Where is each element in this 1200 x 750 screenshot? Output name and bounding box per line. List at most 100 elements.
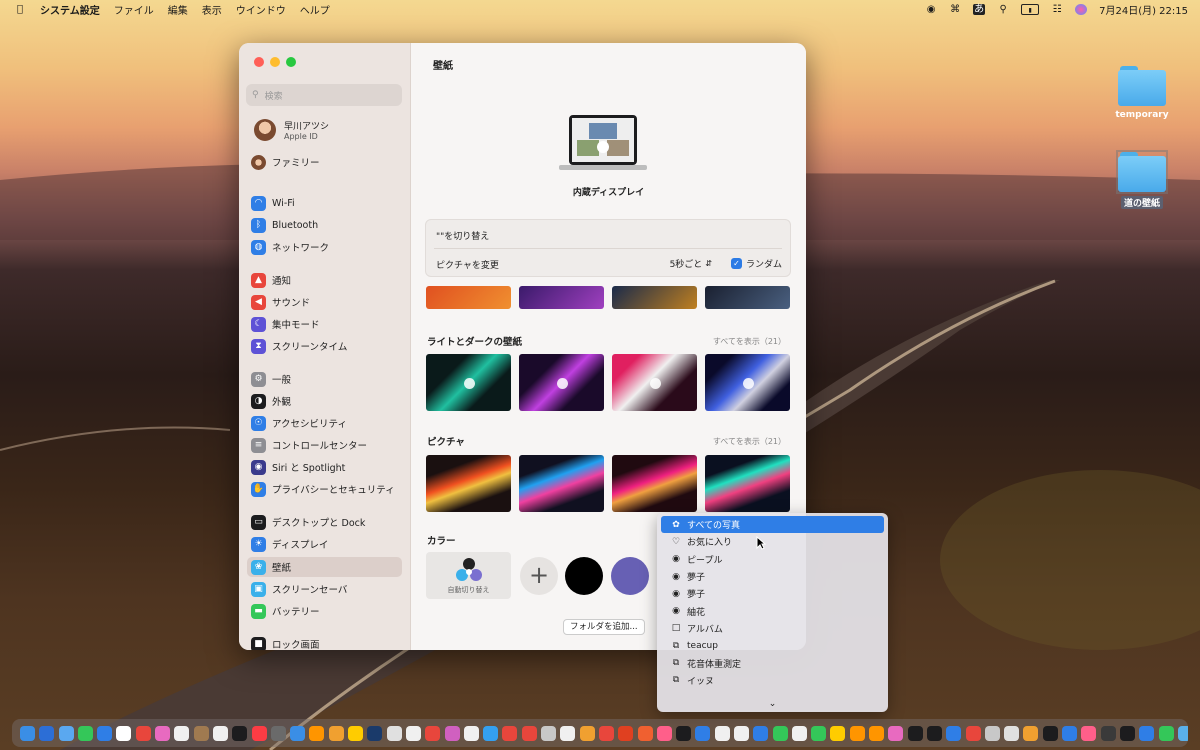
wallpaper-thumb[interactable] xyxy=(426,455,511,512)
record-icon[interactable]: ◉ xyxy=(925,4,937,15)
wallpaper-thumb[interactable] xyxy=(612,286,697,309)
dock-app-icon[interactable] xyxy=(1062,725,1078,741)
menu-item[interactable]: ◉ 紬花 xyxy=(661,602,884,619)
display-preview-icon[interactable] xyxy=(559,113,647,175)
desktop-folder-road-wallpaper[interactable]: 道の壁紙 xyxy=(1097,150,1187,209)
menu-item[interactable]: ◉ 夢子 xyxy=(661,568,884,585)
dock-app-icon[interactable] xyxy=(965,725,981,741)
dock-app-icon[interactable] xyxy=(483,725,499,741)
dock-app-icon[interactable] xyxy=(405,725,421,741)
dock-app-icon[interactable] xyxy=(676,725,692,741)
dock-app-icon[interactable] xyxy=(1139,725,1155,741)
wallpaper-thumb[interactable] xyxy=(519,455,604,512)
dock-app-icon[interactable] xyxy=(212,725,228,741)
random-checkbox[interactable]: ✓ ランダム xyxy=(730,257,782,270)
sidebar-item[interactable]: ■ ロック画面 xyxy=(247,634,402,650)
chevron-down-icon[interactable]: ⌄ xyxy=(657,699,888,709)
command-icon[interactable]: ⌘ xyxy=(949,4,961,15)
dock-app-icon[interactable] xyxy=(695,725,711,741)
dock-app-icon[interactable] xyxy=(830,725,846,741)
sidebar-item[interactable]: ▬ バッテリー xyxy=(247,601,402,621)
sidebar-item[interactable]: ❀ 壁紙 xyxy=(247,557,402,577)
dock-app-icon[interactable] xyxy=(1023,725,1039,741)
auto-color-option[interactable]: 自動切り替え xyxy=(426,552,511,599)
battery-icon[interactable]: ▮ xyxy=(1021,3,1040,15)
sidebar-item[interactable]: ⚙ 一般 xyxy=(247,369,402,389)
dock-app-icon[interactable] xyxy=(869,725,885,741)
dock-app-icon[interactable] xyxy=(1042,725,1058,741)
sidebar-item[interactable]: ≡ コントロールセンター xyxy=(247,435,402,455)
dock-app-icon[interactable] xyxy=(463,725,479,741)
menu-window[interactable]: ウインドウ xyxy=(236,2,286,17)
siri-icon[interactable] xyxy=(1075,3,1088,15)
dock-app-icon[interactable] xyxy=(232,725,248,741)
sidebar-item[interactable]: ◀ サウンド xyxy=(247,292,402,312)
wallpaper-thumb[interactable] xyxy=(705,286,790,309)
search-input[interactable]: ⚲ 検索 xyxy=(246,84,402,106)
color-swatch-purple[interactable] xyxy=(611,557,649,595)
sidebar-item[interactable]: ᛒ Bluetooth xyxy=(247,215,402,235)
close-button[interactable] xyxy=(254,57,264,67)
dock-app-icon[interactable] xyxy=(328,725,344,741)
dock-app-icon[interactable] xyxy=(367,725,383,741)
sidebar-item[interactable]: ✋ プライバシーとセキュリティ xyxy=(247,479,402,499)
dock-app-icon[interactable] xyxy=(907,725,923,741)
menu-item[interactable]: □ アルバム xyxy=(661,620,884,637)
dock-app-icon[interactable] xyxy=(155,725,171,741)
wallpaper-thumb[interactable] xyxy=(705,354,790,411)
dock-app-icon[interactable] xyxy=(77,725,93,741)
sidebar-item-family[interactable]: ファミリー xyxy=(247,152,402,172)
menu-view[interactable]: 表示 xyxy=(202,2,222,17)
zoom-button[interactable] xyxy=(286,57,296,67)
dock-app-icon[interactable] xyxy=(598,725,614,741)
menu-app-name[interactable]: システム設定 xyxy=(40,2,100,17)
menu-file[interactable]: ファイル xyxy=(114,2,154,17)
dock-app-icon[interactable] xyxy=(425,725,441,741)
dock-app-icon[interactable] xyxy=(290,725,306,741)
dock-app-icon[interactable] xyxy=(926,725,942,741)
dock-app-icon[interactable] xyxy=(386,725,402,741)
dock-app-icon[interactable] xyxy=(174,725,190,741)
dock-app-icon[interactable] xyxy=(984,725,1000,741)
dock-app-icon[interactable] xyxy=(714,725,730,741)
sidebar-item[interactable]: ☉ アクセシビリティ xyxy=(247,413,402,433)
sidebar-item[interactable]: ⧗ スクリーンタイム xyxy=(247,336,402,356)
apple-icon[interactable]:  xyxy=(14,4,26,15)
wallpaper-thumb[interactable] xyxy=(426,286,511,309)
dock-app-icon[interactable] xyxy=(791,725,807,741)
show-all-light-dark[interactable]: すべてを表示（21） xyxy=(713,336,786,347)
sidebar-item[interactable]: ▭ デスクトップと Dock xyxy=(247,512,402,532)
wallpaper-thumb[interactable] xyxy=(705,455,790,512)
dock-app-icon[interactable] xyxy=(251,725,267,741)
minimize-button[interactable] xyxy=(270,57,280,67)
dock-app-icon[interactable] xyxy=(521,725,537,741)
menu-item[interactable]: ⧉ 花音体重測定 xyxy=(661,654,884,671)
add-color-button[interactable]: + xyxy=(520,557,558,595)
dock-app-icon[interactable] xyxy=(733,725,749,741)
dock-app-icon[interactable] xyxy=(579,725,595,741)
wallpaper-thumb[interactable] xyxy=(519,354,604,411)
dock-app-icon[interactable] xyxy=(502,725,518,741)
dock-app-icon[interactable] xyxy=(116,725,132,741)
dock-app-icon[interactable] xyxy=(772,725,788,741)
color-swatch-black[interactable] xyxy=(565,557,603,595)
menu-item[interactable]: ✿ すべての写真 xyxy=(661,516,884,534)
wallpaper-thumb[interactable] xyxy=(612,455,697,512)
dock-app-icon[interactable] xyxy=(309,725,325,741)
dock-app-icon[interactable] xyxy=(753,725,769,741)
menu-item[interactable]: ⧉ イッヌ xyxy=(661,672,884,689)
add-folder-button[interactable]: フォルダを追加... xyxy=(563,619,645,635)
sidebar-item[interactable]: ◠ Wi-Fi xyxy=(247,193,402,213)
menu-item[interactable]: ◉ 夢子 xyxy=(661,585,884,602)
dock-app-icon[interactable] xyxy=(1177,725,1188,741)
dock-app-icon[interactable] xyxy=(946,725,962,741)
dock-app-icon[interactable] xyxy=(1004,725,1020,741)
control-center-icon[interactable]: ☷ xyxy=(1051,4,1063,15)
dock-app-icon[interactable] xyxy=(348,725,364,741)
sidebar-item[interactable]: ◍ ネットワーク xyxy=(247,237,402,257)
dock-app-icon[interactable] xyxy=(849,725,865,741)
dock-app-icon[interactable] xyxy=(656,725,672,741)
dock-app-icon[interactable] xyxy=(58,725,74,741)
menu-item[interactable]: ♡ お気に入り xyxy=(661,533,884,550)
sidebar-item[interactable]: ☀ ディスプレイ xyxy=(247,534,402,554)
